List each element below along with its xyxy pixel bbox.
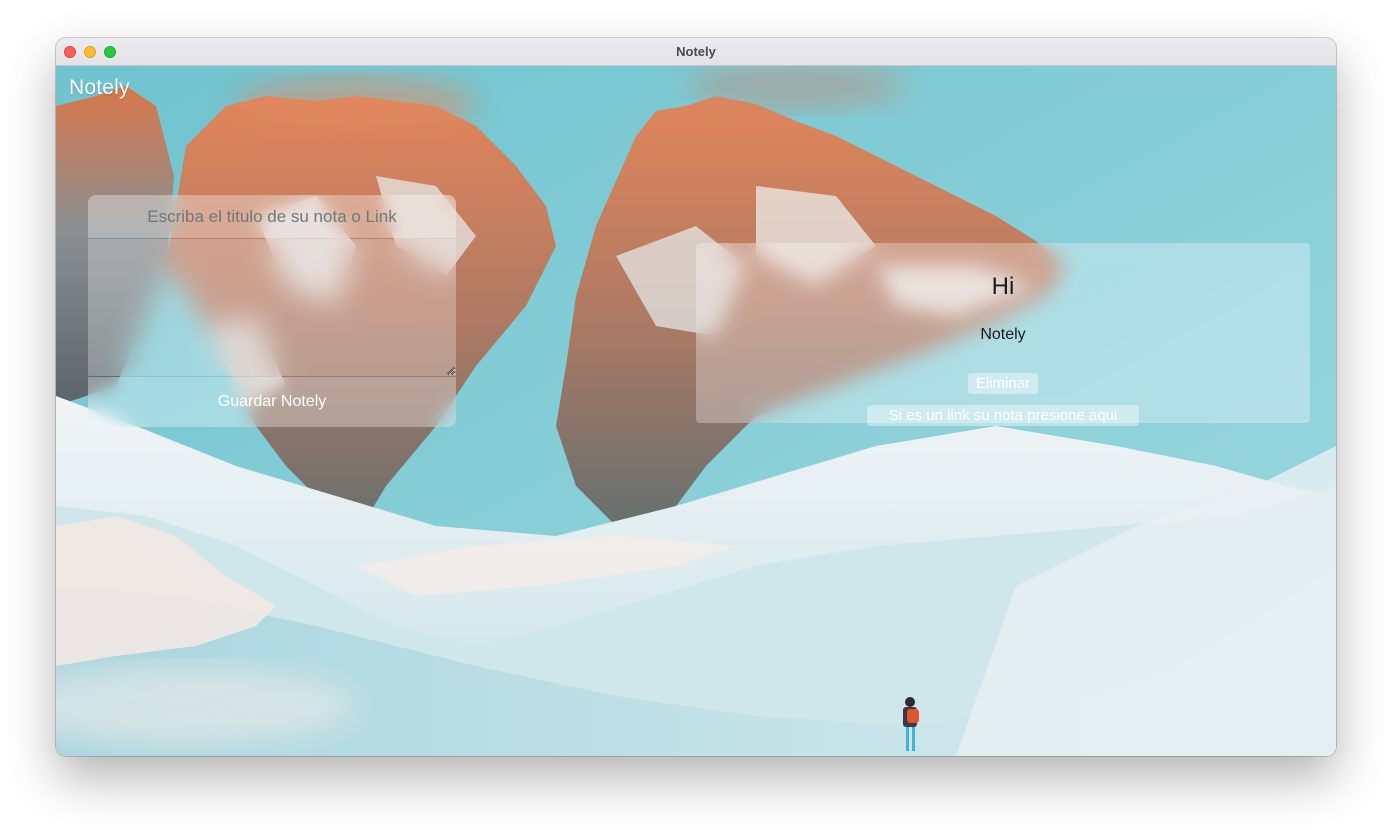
app-window: Notely Notely Escriba el titulo de su no… [56, 38, 1336, 756]
app-brand-title: Notely [69, 76, 130, 99]
note-card: Hi Notely Eliminar Si es un link su nota… [696, 243, 1310, 426]
resize-grip-icon[interactable] [446, 366, 455, 375]
open-link-button[interactable]: Si es un link su nota presione aqui [867, 405, 1139, 426]
save-note-button[interactable]: Guardar Notely [88, 377, 456, 427]
note-title: Hi [991, 273, 1015, 300]
window-titlebar[interactable]: Notely [56, 38, 1336, 66]
app-content: Notely Guardar Notely Hi Notely Eliminar… [56, 66, 1336, 756]
note-title-input[interactable] [88, 195, 456, 238]
note-body-textarea[interactable] [88, 239, 456, 376]
note-body: Notely [980, 326, 1026, 343]
window-title: Notely [676, 44, 716, 59]
delete-note-button[interactable]: Eliminar [968, 373, 1038, 394]
